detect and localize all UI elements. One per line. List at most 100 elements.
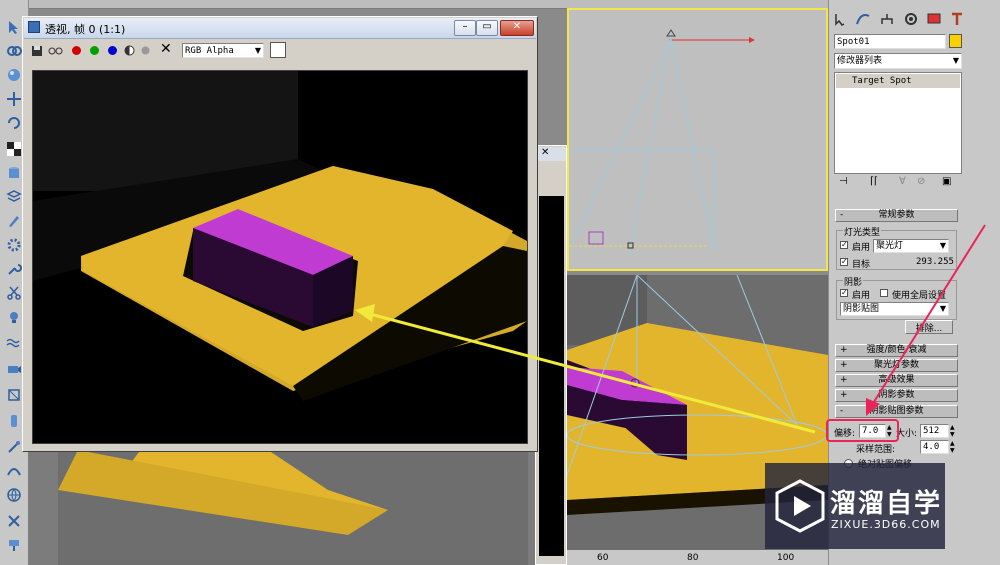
motion-tab-icon[interactable] bbox=[904, 12, 918, 29]
render-window-toolbar: ✕ RGB Alpha ▼ bbox=[24, 39, 536, 63]
clone-icon[interactable] bbox=[48, 45, 64, 60]
wrench-tool-icon[interactable] bbox=[5, 260, 23, 278]
rollout-title: 阴影贴图参数 bbox=[869, 406, 924, 416]
chevron-down-icon: ▼ bbox=[952, 56, 959, 65]
render-window-titlebar[interactable]: 透视, 帧 0 (1:1) – ▭ ✕ bbox=[24, 18, 536, 39]
display-tab-icon[interactable] bbox=[927, 12, 941, 29]
rollout-title: 强度/颜色/衰减 bbox=[866, 345, 927, 355]
utilities-tab-icon[interactable] bbox=[950, 12, 964, 29]
object-color-swatch[interactable] bbox=[949, 34, 962, 48]
layers-tool-icon[interactable] bbox=[5, 188, 23, 206]
sample-range-label: 采样范围: bbox=[856, 445, 896, 455]
monochrome-toggle[interactable] bbox=[140, 45, 151, 59]
rollout-spotlight-params[interactable]: + 聚光灯参数 bbox=[835, 359, 958, 372]
global-settings-checkbox[interactable] bbox=[880, 289, 888, 297]
rollout-shadow-params[interactable]: + 阴影参数 bbox=[835, 389, 958, 402]
scissor-tool-icon[interactable] bbox=[5, 284, 23, 302]
target-checkbox[interactable]: ✓ bbox=[840, 258, 848, 266]
sample-range-spinner[interactable]: 4.0 bbox=[920, 440, 949, 454]
rollout-advanced-effects[interactable]: + 高级效果 bbox=[835, 374, 958, 387]
size-spinner[interactable]: 512 bbox=[920, 424, 949, 438]
show-end-result-icon[interactable]: ⌈⌈ bbox=[870, 176, 878, 187]
modifier-list-dropdown[interactable]: 修改器列表 ▼ bbox=[834, 53, 962, 69]
target-label: 目标 bbox=[852, 260, 871, 270]
minimize-icon[interactable]: – bbox=[454, 20, 476, 36]
stack-item[interactable]: Target Spot bbox=[836, 74, 960, 88]
green-channel-toggle[interactable] bbox=[89, 45, 100, 59]
shadow-enable-checkbox[interactable]: ✓ bbox=[840, 289, 848, 297]
timeline-ruler[interactable]: 60 80 100 bbox=[567, 550, 828, 565]
hierarchy-tab-icon[interactable] bbox=[880, 12, 894, 29]
rollout-title: 聚光灯参数 bbox=[873, 360, 919, 370]
link-tool-icon[interactable] bbox=[5, 42, 23, 60]
select-tool-icon[interactable] bbox=[5, 18, 23, 36]
secondary-render-canvas bbox=[539, 196, 564, 556]
exclude-button[interactable]: 排除... bbox=[905, 320, 953, 334]
globe-tool-icon[interactable] bbox=[5, 486, 23, 504]
bottle-tool-icon[interactable] bbox=[5, 412, 23, 430]
modify-tab-icon[interactable] bbox=[855, 12, 871, 29]
play-logo-icon bbox=[775, 479, 825, 533]
pin-tool-icon[interactable] bbox=[5, 438, 23, 456]
light-type-dropdown[interactable]: 聚光灯 ▼ bbox=[873, 239, 949, 253]
save-icon[interactable] bbox=[31, 45, 43, 60]
move-tool-icon[interactable] bbox=[5, 90, 23, 108]
render-frame-window[interactable]: 透视, 帧 0 (1:1) – ▭ ✕ ✕ RGB Alpha ▼ bbox=[22, 16, 538, 452]
light-tool-icon[interactable] bbox=[5, 308, 23, 326]
sphere-tool-icon[interactable] bbox=[5, 66, 23, 84]
make-unique-icon[interactable]: ∀ bbox=[899, 176, 906, 187]
global-settings-label: 使用全局设置 bbox=[892, 291, 947, 301]
channel-dropdown[interactable]: RGB Alpha ▼ bbox=[182, 43, 264, 58]
camera-tool-icon[interactable] bbox=[5, 360, 23, 378]
modifier-stack[interactable]: Target Spot bbox=[834, 72, 962, 174]
remove-modifier-icon[interactable]: ⊘ bbox=[917, 176, 925, 187]
light-enable-checkbox[interactable]: ✓ bbox=[840, 241, 848, 249]
rollout-title: 常规参数 bbox=[878, 210, 915, 220]
shadow-type-dropdown[interactable]: 阴影贴图 ▼ bbox=[840, 302, 949, 316]
modifier-list-label: 修改器列表 bbox=[837, 56, 883, 66]
cut-tool-icon[interactable] bbox=[5, 512, 23, 530]
checker-tool-icon[interactable] bbox=[5, 140, 23, 158]
light-type-group-label: 灯光类型 bbox=[843, 225, 882, 238]
close-icon[interactable]: ✕ bbox=[500, 20, 534, 36]
color-swatch[interactable] bbox=[270, 42, 286, 58]
smooth-tool-icon[interactable] bbox=[5, 462, 23, 480]
brush-tool-icon[interactable] bbox=[5, 212, 23, 230]
create-tab-icon[interactable] bbox=[833, 12, 847, 29]
helper-tool-icon[interactable] bbox=[5, 386, 23, 404]
close-icon[interactable]: ✕ bbox=[541, 147, 549, 158]
rollout-intensity[interactable]: + 强度/颜色/衰减 bbox=[835, 344, 958, 357]
wave-tool-icon[interactable] bbox=[5, 334, 23, 352]
ruler-tick-label: 80 bbox=[687, 553, 699, 563]
pin-stack-icon[interactable]: ⊣ bbox=[839, 176, 848, 187]
object-name-field[interactable]: Spot01 bbox=[834, 34, 946, 49]
watermark-logo: 溜溜自学 ZIXUE.3D66.COM bbox=[765, 463, 945, 549]
gear-icon[interactable] bbox=[5, 236, 23, 254]
rotate-tool-icon[interactable] bbox=[5, 114, 23, 132]
cylinder-tool-icon[interactable] bbox=[5, 164, 23, 182]
alpha-channel-toggle[interactable] bbox=[124, 45, 135, 59]
configure-sets-icon[interactable]: ▣ bbox=[942, 176, 951, 187]
watermark-url: ZIXUE.3D66.COM bbox=[831, 518, 941, 531]
rollout-title: 阴影参数 bbox=[878, 390, 915, 400]
red-channel-toggle[interactable] bbox=[71, 45, 82, 56]
paint-tool-icon[interactable] bbox=[5, 536, 23, 554]
maximize-icon[interactable]: ▭ bbox=[476, 20, 498, 36]
sample-range-spinner-arrows[interactable]: ▲ ▼ bbox=[950, 440, 955, 454]
chevron-down-icon: ▼ bbox=[939, 241, 946, 250]
render-canvas bbox=[32, 70, 528, 444]
front-viewport[interactable] bbox=[567, 8, 828, 271]
rollout-shadow-map-params[interactable]: - 阴影贴图参数 bbox=[835, 405, 958, 418]
light-type-value: 聚光灯 bbox=[876, 241, 904, 251]
chevron-down-icon: ▼ bbox=[254, 46, 261, 55]
app-icon bbox=[28, 21, 40, 33]
rollout-general-params[interactable]: - 常规参数 bbox=[835, 209, 958, 222]
bias-highlight-box bbox=[826, 419, 899, 442]
clear-icon[interactable]: ✕ bbox=[160, 41, 172, 57]
size-spinner-arrows[interactable]: ▲ ▼ bbox=[950, 424, 955, 438]
light-enable-label: 启用 bbox=[852, 243, 871, 253]
shadow-type-value: 阴影贴图 bbox=[843, 304, 880, 314]
shadows-group-label: 阴影 bbox=[843, 275, 864, 288]
channel-value: RGB Alpha bbox=[185, 46, 234, 56]
blue-channel-toggle[interactable] bbox=[107, 45, 118, 59]
